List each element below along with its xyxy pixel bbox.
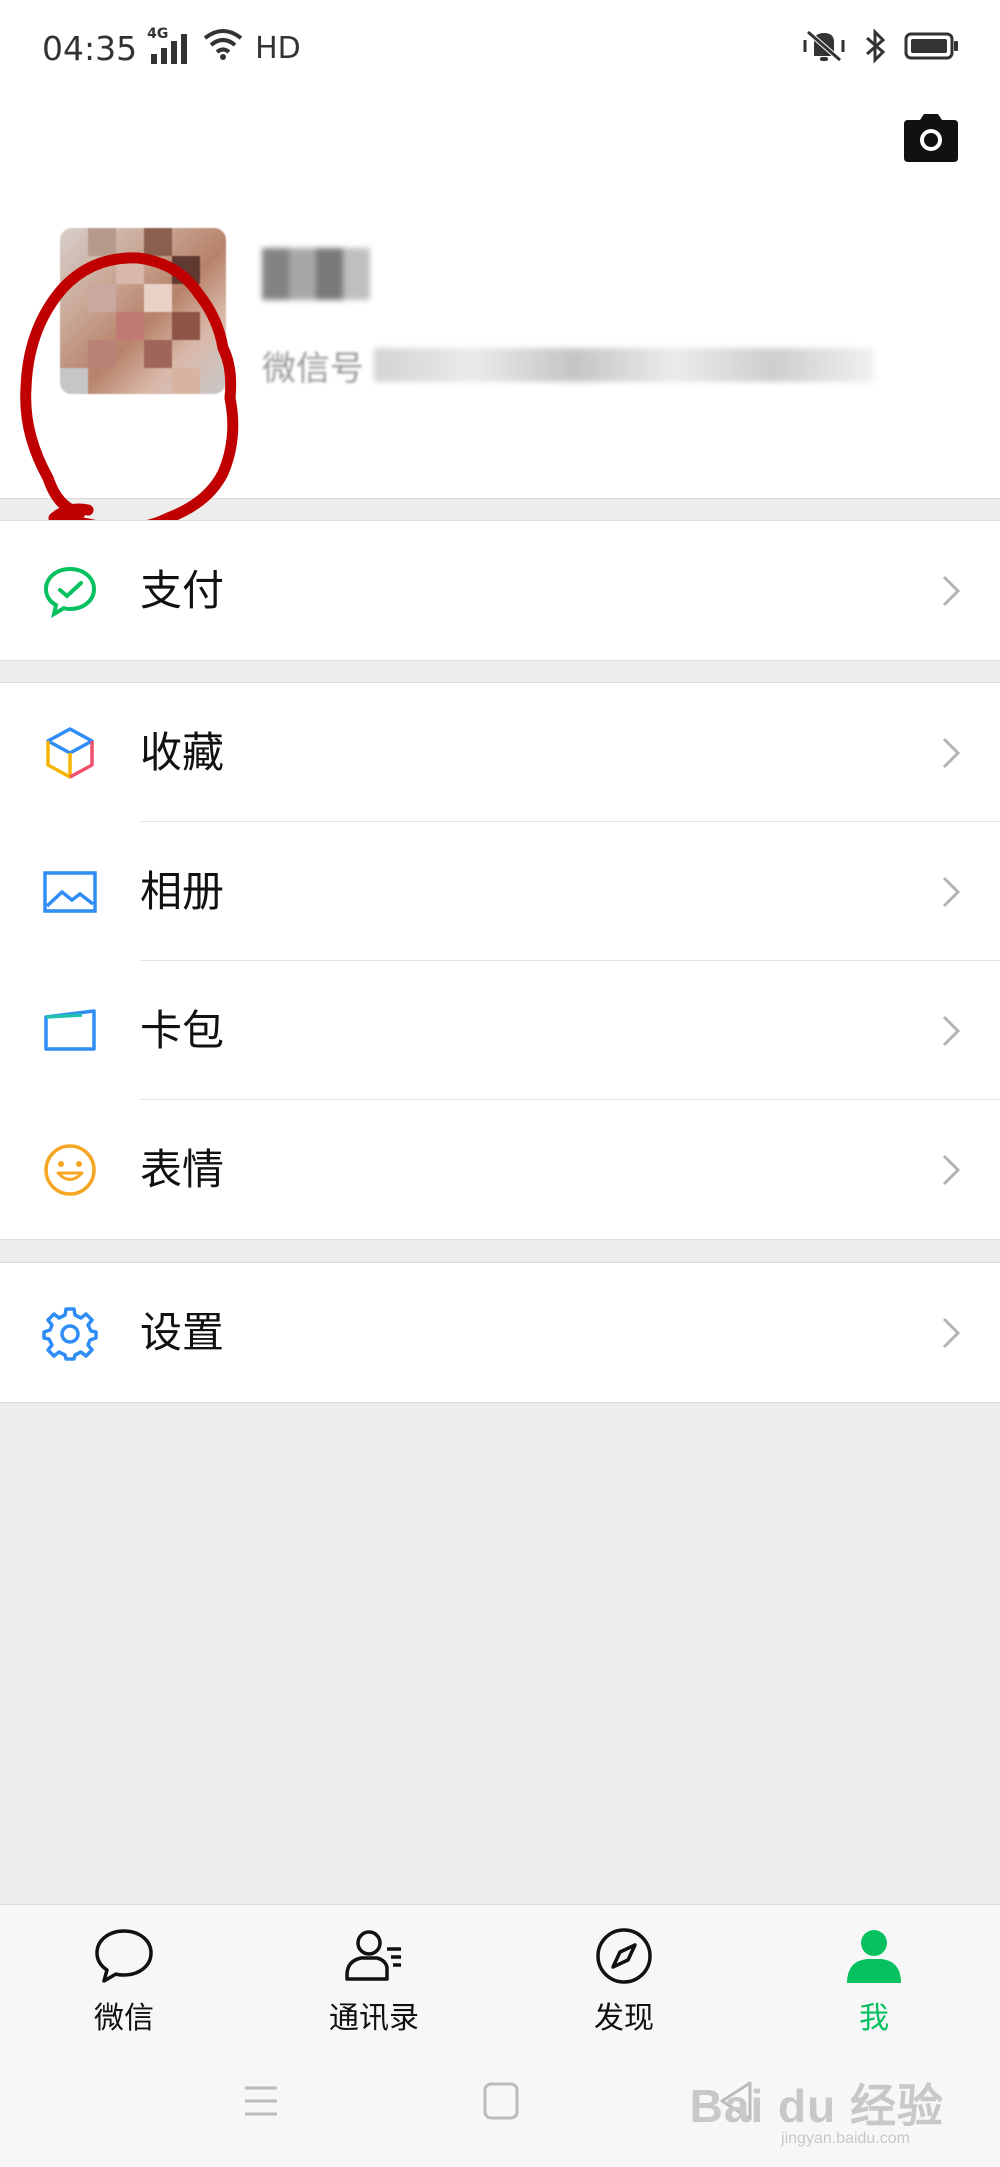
menu-item-settings[interactable]: 设置	[0, 1263, 1000, 1402]
mute-vibrate-icon	[802, 28, 846, 68]
settings-gear-icon	[42, 1305, 98, 1361]
menu-group-pay: 支付	[0, 520, 1000, 661]
battery-icon	[904, 31, 960, 65]
bottom-tab-bar: 微信 通讯录 发现 我	[0, 1904, 1000, 2061]
tab-discover[interactable]: 发现	[554, 1925, 694, 2037]
nickname-blurred	[262, 248, 370, 300]
chevron-right-icon	[940, 573, 962, 609]
wifi-icon	[203, 28, 243, 68]
menu-lines-icon[interactable]	[243, 2084, 279, 2122]
album-picture-icon	[42, 864, 98, 920]
card-wallet-icon	[42, 1003, 98, 1059]
profile-header[interactable]: 微信号	[0, 100, 1000, 534]
watermark-url: jingyan.baidu.com	[781, 2130, 910, 2147]
menu-item-favorites[interactable]: 收藏	[0, 683, 1000, 822]
favorites-cube-icon	[42, 725, 98, 781]
menu-item-label: 支付	[140, 566, 225, 615]
menu-item-label: 表情	[140, 1145, 225, 1194]
wechat-id-row[interactable]: 微信号	[262, 342, 962, 389]
status-bar: 04:35 4G HD	[0, 0, 1000, 100]
home-square-icon[interactable]	[483, 2082, 519, 2124]
pay-icon	[42, 563, 98, 619]
sticker-smile-icon	[42, 1142, 98, 1198]
menu-item-label: 卡包	[140, 1006, 225, 1055]
menu-item-label: 相册	[140, 867, 225, 916]
menu-item-label: 设置	[140, 1308, 225, 1357]
chevron-right-icon	[940, 735, 962, 771]
wechat-id-value-blurred	[374, 348, 874, 382]
hd-indicator: HD	[255, 30, 301, 66]
chat-bubble-icon	[95, 1929, 153, 1983]
status-right	[802, 28, 960, 68]
menu-item-pay[interactable]: 支付	[0, 521, 1000, 660]
contacts-icon	[345, 1930, 401, 1981]
chevron-right-icon	[940, 1315, 962, 1351]
wechat-id-label: 微信号	[262, 348, 364, 389]
status-time: 04:35	[42, 28, 138, 68]
status-left: 04:35 4G HD	[42, 26, 301, 68]
tab-label: 微信	[94, 2001, 154, 2036]
watermark-brand: Bai du 经验	[689, 2080, 944, 2132]
person-icon	[847, 1930, 901, 1983]
camera-icon[interactable]	[904, 114, 958, 162]
chevron-right-icon	[940, 874, 962, 910]
bluetooth-icon	[864, 28, 886, 68]
compass-icon	[596, 1928, 652, 1984]
tab-me[interactable]: 我	[804, 1925, 944, 2037]
tab-contacts[interactable]: 通讯录	[304, 1925, 444, 2037]
tab-label: 通讯录	[329, 2001, 419, 2036]
chevron-right-icon	[940, 1013, 962, 1049]
menu-item-album[interactable]: 相册	[0, 822, 1000, 961]
menu-group-content: 收藏 相册 卡包 表情	[0, 682, 1000, 1240]
network-type: 4G	[147, 26, 169, 42]
menu-item-card-wallet[interactable]: 卡包	[0, 961, 1000, 1100]
menu-group-settings: 设置	[0, 1262, 1000, 1403]
tab-label: 发现	[594, 2001, 654, 2036]
signal-icon: 4G	[147, 26, 191, 64]
menu-item-stickers[interactable]: 表情	[0, 1100, 1000, 1239]
chevron-right-icon	[940, 1152, 962, 1188]
tab-label: 我	[859, 2001, 889, 2036]
avatar[interactable]	[60, 228, 226, 394]
tab-chats[interactable]: 微信	[54, 1925, 194, 2037]
menu-item-label: 收藏	[140, 728, 225, 777]
